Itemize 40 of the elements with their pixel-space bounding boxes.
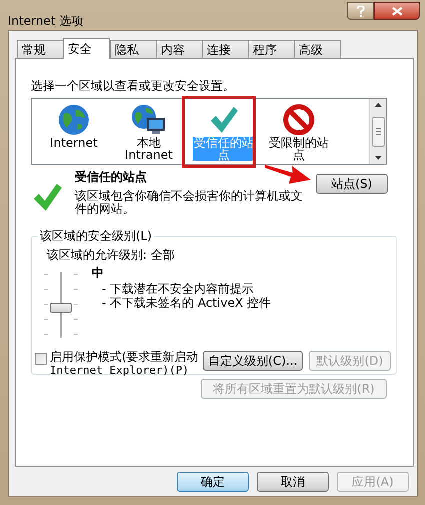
up-arrow-icon[interactable]: [374, 103, 382, 107]
tab[interactable]: 程序: [248, 40, 295, 58]
level-description: - 下载潜在不安全内容前提示: [102, 282, 256, 296]
zone-item[interactable]: 受限制的站 点: [268, 137, 330, 161]
tab[interactable]: 常规: [17, 40, 64, 58]
tab[interactable]: 高级: [294, 40, 341, 58]
tab[interactable]: 隐私: [110, 40, 157, 58]
zone-prompt: 选择一个区域以查看或更改安全设置。: [31, 78, 236, 95]
group-legend: 该区域的安全级别(L): [38, 229, 154, 243]
dialog-button[interactable]: 确定: [177, 472, 249, 492]
help-button[interactable]: [347, 2, 374, 20]
no-entry-icon: [283, 104, 315, 136]
tab[interactable]: 连接: [202, 40, 249, 58]
tab[interactable]: 安全: [63, 38, 110, 59]
globe-monitor-icon: [131, 104, 167, 136]
slider-thumb[interactable]: [50, 303, 72, 313]
level-name: 中: [92, 265, 105, 282]
zone-description: 该区域包含你确信不会损害你的计算机或文件的网站。: [75, 190, 304, 216]
close-icon: [392, 6, 402, 16]
allowed-level: 该区域的允许级别: 全部: [47, 247, 176, 264]
zone-item[interactable]: Internet: [49, 137, 99, 149]
globe-icon: [58, 104, 90, 136]
scroll-thumb-icon[interactable]: [372, 116, 384, 146]
checkbox-label: 启用保护模式(要求重新启动 Internet Explorer)(P): [50, 351, 200, 377]
down-arrow-icon[interactable]: [374, 156, 382, 160]
annotation-arrow: [265, 163, 311, 185]
help-icon: [356, 6, 364, 16]
sites-button[interactable]: 站点(S): [316, 174, 388, 194]
tab[interactable]: 内容: [156, 40, 203, 58]
checkbox[interactable]: [35, 353, 47, 365]
level-button[interactable]: 自定义级别(C)...: [203, 351, 303, 371]
scrollbar[interactable]: [369, 99, 386, 164]
window-title: Internet 选项: [8, 13, 84, 30]
checkmark-icon: [33, 182, 63, 212]
security-slider[interactable]: [44, 272, 78, 338]
dialog-button[interactable]: 取消: [257, 472, 329, 492]
zone-title: 受信任的站点: [75, 169, 147, 186]
close-button[interactable]: [374, 2, 420, 20]
level-description: - 不下载未签名的 ActiveX 控件: [102, 296, 272, 310]
zone-item[interactable]: 本地 Intranet: [124, 137, 174, 161]
